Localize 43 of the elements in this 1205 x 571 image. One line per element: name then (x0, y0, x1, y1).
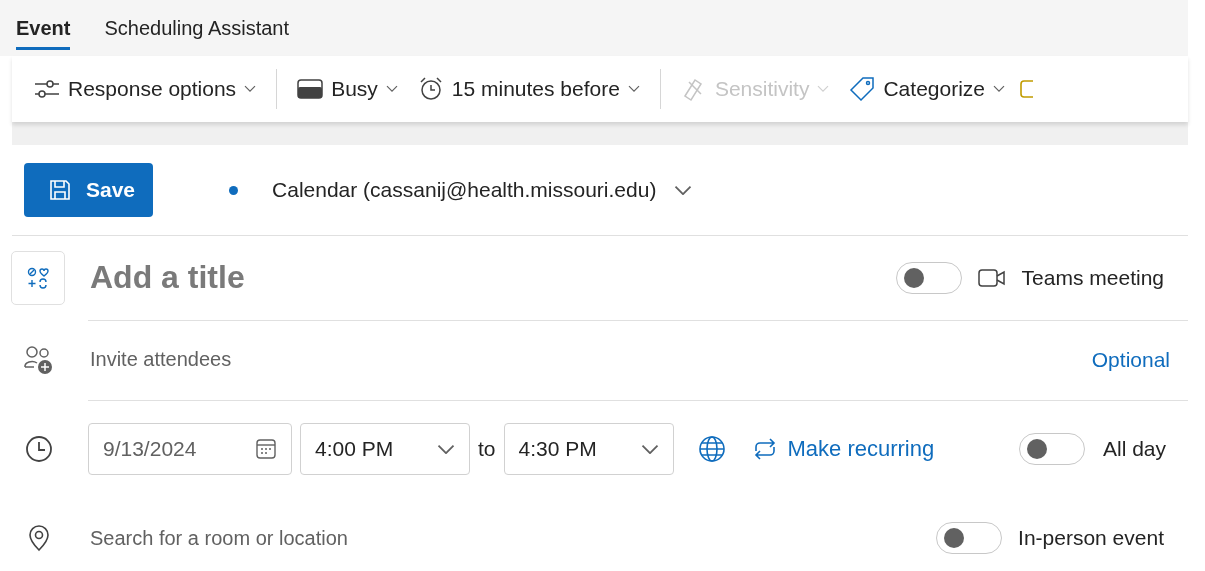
globe-icon[interactable] (697, 435, 726, 463)
to-label: to (478, 437, 496, 461)
symbols-icon (27, 267, 49, 289)
chevron-down-icon (385, 85, 398, 93)
save-button[interactable]: Save (24, 163, 154, 217)
calendar-picker[interactable]: Calendar (cassanij@health.missouri.edu) (223, 177, 699, 203)
toolbar-dropdown[interactable]: Response options (28, 73, 263, 105)
emoji-icon-button[interactable] (11, 251, 65, 305)
chevron-down-icon (627, 85, 640, 93)
video-camera-icon (977, 267, 1006, 288)
end-time-dropdown[interactable]: 4:30 PM (503, 423, 674, 475)
title-field[interactable]: Add a title (88, 258, 896, 297)
chevron-down-icon (640, 443, 659, 455)
optional-link[interactable]: Optional (1091, 347, 1170, 372)
location-pin-icon (28, 524, 50, 552)
chevron-down-icon (817, 85, 830, 93)
clock-icon (25, 435, 53, 463)
toolbar-dropdown[interactable]: Categorize (843, 72, 1011, 106)
all-day-label: All day (1102, 437, 1166, 461)
toolbar-dropdown[interactable]: Busy (291, 73, 404, 105)
chevron-down-icon (993, 85, 1005, 93)
save-icon (48, 178, 72, 202)
chevron-down-icon (437, 443, 455, 455)
calendar-icon (255, 438, 277, 460)
make-recurring-button[interactable]: Make recurring (745, 435, 941, 463)
tag-icon (849, 76, 876, 102)
all-day-toggle[interactable] (1018, 433, 1085, 465)
location-field[interactable]: Search for a room or location (88, 525, 937, 551)
tab[interactable]: Event (16, 0, 71, 50)
chevron-down-icon (244, 85, 257, 93)
chevron-down-icon (674, 184, 693, 196)
add-people-icon (23, 345, 55, 375)
busy-status-icon (297, 79, 324, 99)
tab[interactable]: Scheduling Assistant (104, 0, 290, 50)
attendees-field[interactable]: Invite attendees (88, 347, 1092, 372)
teams-meeting-label: Teams meeting (1021, 265, 1164, 290)
teams-meeting-toggle[interactable] (895, 261, 962, 294)
date-field[interactable]: 9/13/2024 (88, 423, 292, 475)
sliders-icon (34, 78, 60, 100)
toolbar-dropdown[interactable]: 15 minutes before (411, 72, 646, 106)
in-person-label: In-person event (1018, 526, 1164, 550)
start-time-dropdown[interactable]: 4:00 PM (300, 423, 470, 475)
in-person-toggle[interactable] (936, 522, 1003, 554)
